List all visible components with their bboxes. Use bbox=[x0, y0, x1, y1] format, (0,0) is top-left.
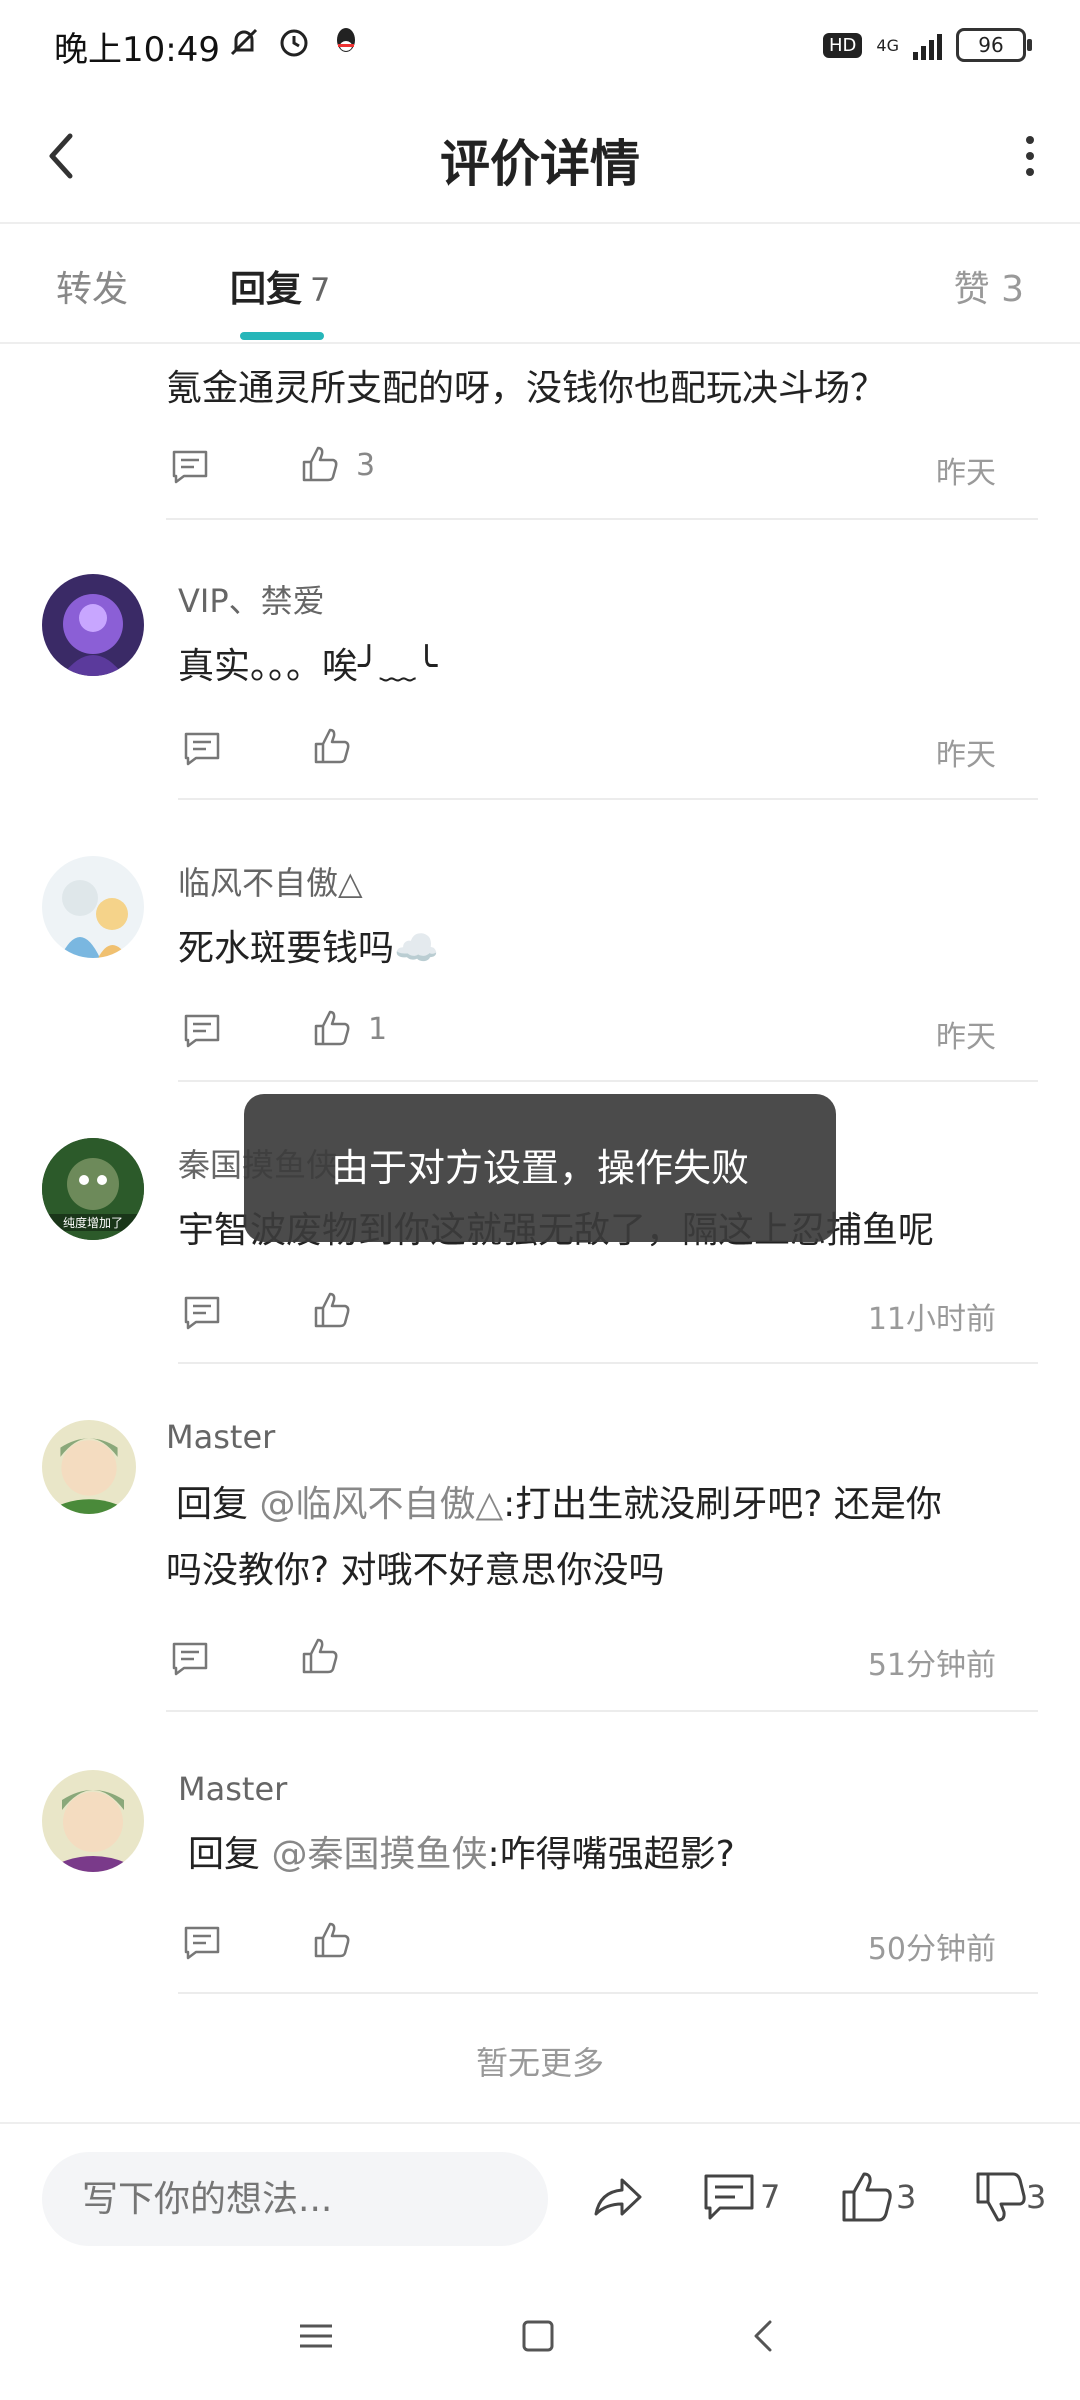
status-right: HD 4G 96 bbox=[823, 28, 1032, 62]
tab-reply[interactable]: 回复 7 bbox=[230, 260, 330, 312]
thumbs-up-icon[interactable] bbox=[300, 1636, 340, 1676]
comment-username[interactable]: Master bbox=[178, 1770, 287, 1808]
comment-text-line2: 吗没教你? 对哦不好意思你没吗 bbox=[166, 1550, 665, 1591]
no-more-text: 暂无更多 bbox=[475, 2044, 604, 2082]
divider bbox=[166, 1710, 1038, 1712]
comment-time: 昨天 bbox=[936, 1020, 996, 1055]
bottom-action-bar: 7 3 3 bbox=[0, 2122, 1080, 2274]
system-nav-bar bbox=[0, 2272, 1080, 2400]
comment-icon[interactable] bbox=[182, 1922, 222, 1962]
like-count: 3 bbox=[356, 448, 376, 483]
menu-icon[interactable] bbox=[296, 2316, 336, 2356]
comment-item: 临风不自傲△ 死水斑要钱吗☁️ 1 昨天 bbox=[0, 822, 1080, 1084]
status-bar: 晚上10:49 HD 4G 96 bbox=[0, 0, 1080, 90]
mention-link[interactable]: @临风不自傲△ bbox=[259, 1484, 503, 1525]
share-icon[interactable] bbox=[590, 2170, 644, 2224]
hd-badge: HD bbox=[823, 32, 863, 58]
avatar[interactable]: 纯度增加了 bbox=[42, 1138, 144, 1240]
like-count-bottom: 3 bbox=[896, 2178, 917, 2216]
avatar[interactable] bbox=[42, 856, 144, 958]
signal-icon bbox=[913, 30, 942, 60]
comment-time: 51分钟前 bbox=[867, 1648, 996, 1683]
tab-reply-count: 7 bbox=[310, 271, 331, 309]
comment-count: 7 bbox=[760, 2178, 781, 2216]
status-time: 晚上10:49 bbox=[54, 30, 220, 70]
network-label: 4G bbox=[876, 35, 899, 55]
comment-username[interactable]: Master bbox=[166, 1418, 275, 1456]
comment-item: Master 回复 @秦国摸鱼侠:咋得嘴强超影? 50分钟前 bbox=[0, 1736, 1080, 1998]
tab-reply-label: 回复 bbox=[230, 269, 303, 310]
dislike-icon[interactable] bbox=[974, 2170, 1028, 2224]
home-icon[interactable] bbox=[518, 2316, 558, 2356]
reply-text: :咋得嘴强超影? bbox=[487, 1834, 735, 1875]
divider bbox=[178, 798, 1038, 800]
comment-icon[interactable] bbox=[170, 446, 210, 486]
active-tab-indicator bbox=[240, 332, 324, 340]
thumbs-up-icon[interactable] bbox=[312, 726, 352, 766]
avatar[interactable] bbox=[42, 574, 144, 676]
tab-forward[interactable]: 转发 bbox=[56, 260, 128, 312]
avatar[interactable] bbox=[42, 1420, 136, 1514]
comment-item: Master 回复 @临风不自傲△:打出生就没刷牙吧? 还是你 吗没教你? 对哦… bbox=[0, 1386, 1080, 1716]
battery-icon: 96 bbox=[956, 28, 1032, 62]
more-options-icon[interactable] bbox=[1010, 124, 1050, 188]
comment-icon[interactable] bbox=[170, 1638, 210, 1678]
comment-icon[interactable] bbox=[182, 728, 222, 768]
thumbs-up-icon[interactable] bbox=[312, 1920, 352, 1960]
thumbs-up-icon[interactable] bbox=[312, 1290, 352, 1330]
avatar-caption: 纯度增加了 bbox=[42, 1214, 144, 1231]
comment-time: 昨天 bbox=[936, 456, 996, 491]
like-icon[interactable] bbox=[840, 2170, 894, 2224]
comment-input[interactable] bbox=[42, 2152, 548, 2246]
qq-icon bbox=[337, 28, 355, 52]
comment-text-line1: 回复 @临风不自傲△:打出生就没刷牙吧? 还是你 bbox=[176, 1472, 942, 1538]
divider bbox=[166, 518, 1038, 520]
divider bbox=[178, 1992, 1038, 1994]
app-header: 评价详情 bbox=[0, 90, 1080, 224]
comment-icon[interactable] bbox=[182, 1010, 222, 1050]
back-nav-icon[interactable] bbox=[744, 2316, 784, 2356]
thumbs-up-icon[interactable] bbox=[312, 1008, 352, 1048]
like-count: 1 bbox=[368, 1012, 388, 1047]
alarm-icon bbox=[280, 29, 308, 57]
page-title: 评价详情 bbox=[440, 135, 640, 193]
toast-message: 由于对方设置，操作失败 bbox=[244, 1094, 836, 1242]
dislike-count: 3 bbox=[1026, 2178, 1047, 2216]
comment-time: 11小时前 bbox=[867, 1302, 996, 1337]
comment-username[interactable]: VIP、禁爱 bbox=[178, 576, 325, 622]
avatar[interactable] bbox=[42, 1770, 144, 1872]
reply-text: :打出生就没刷牙吧? 还是你 bbox=[503, 1484, 942, 1525]
thumbs-up-icon[interactable] bbox=[300, 444, 340, 484]
comment-time: 昨天 bbox=[936, 738, 996, 773]
comment-text: 死水斑要钱吗☁️ bbox=[178, 928, 439, 969]
tab-bar: 转发 回复 7 赞 3 bbox=[0, 222, 1080, 344]
comment-item: 氪金通灵所支配的呀，没钱你也配玩决斗场？ 3 昨天 bbox=[0, 342, 1080, 520]
comment-count-icon[interactable] bbox=[702, 2170, 756, 2224]
tab-like[interactable]: 赞 3 bbox=[954, 260, 1024, 312]
comment-time: 50分钟前 bbox=[867, 1932, 996, 1967]
comment-text: 氪金通灵所支配的呀，没钱你也配玩决斗场？ bbox=[166, 368, 887, 409]
comment-text: 真实。。。唉╯﹏╰ bbox=[178, 646, 438, 687]
comment-username[interactable]: 临风不自傲△ bbox=[178, 858, 363, 904]
divider bbox=[178, 1080, 1038, 1082]
reply-prefix: 回复 bbox=[176, 1484, 249, 1525]
reply-prefix: 回复 bbox=[188, 1834, 261, 1875]
mute-bell-icon bbox=[230, 28, 258, 56]
comment-text: 回复 @秦国摸鱼侠:咋得嘴强超影? bbox=[188, 1822, 735, 1888]
comment-item: VIP、禁爱 真实。。。唉╯﹏╰ 昨天 bbox=[0, 540, 1080, 802]
divider bbox=[178, 1362, 1038, 1364]
comment-icon[interactable] bbox=[182, 1292, 222, 1332]
mention-link[interactable]: @秦国摸鱼侠 bbox=[271, 1834, 487, 1875]
